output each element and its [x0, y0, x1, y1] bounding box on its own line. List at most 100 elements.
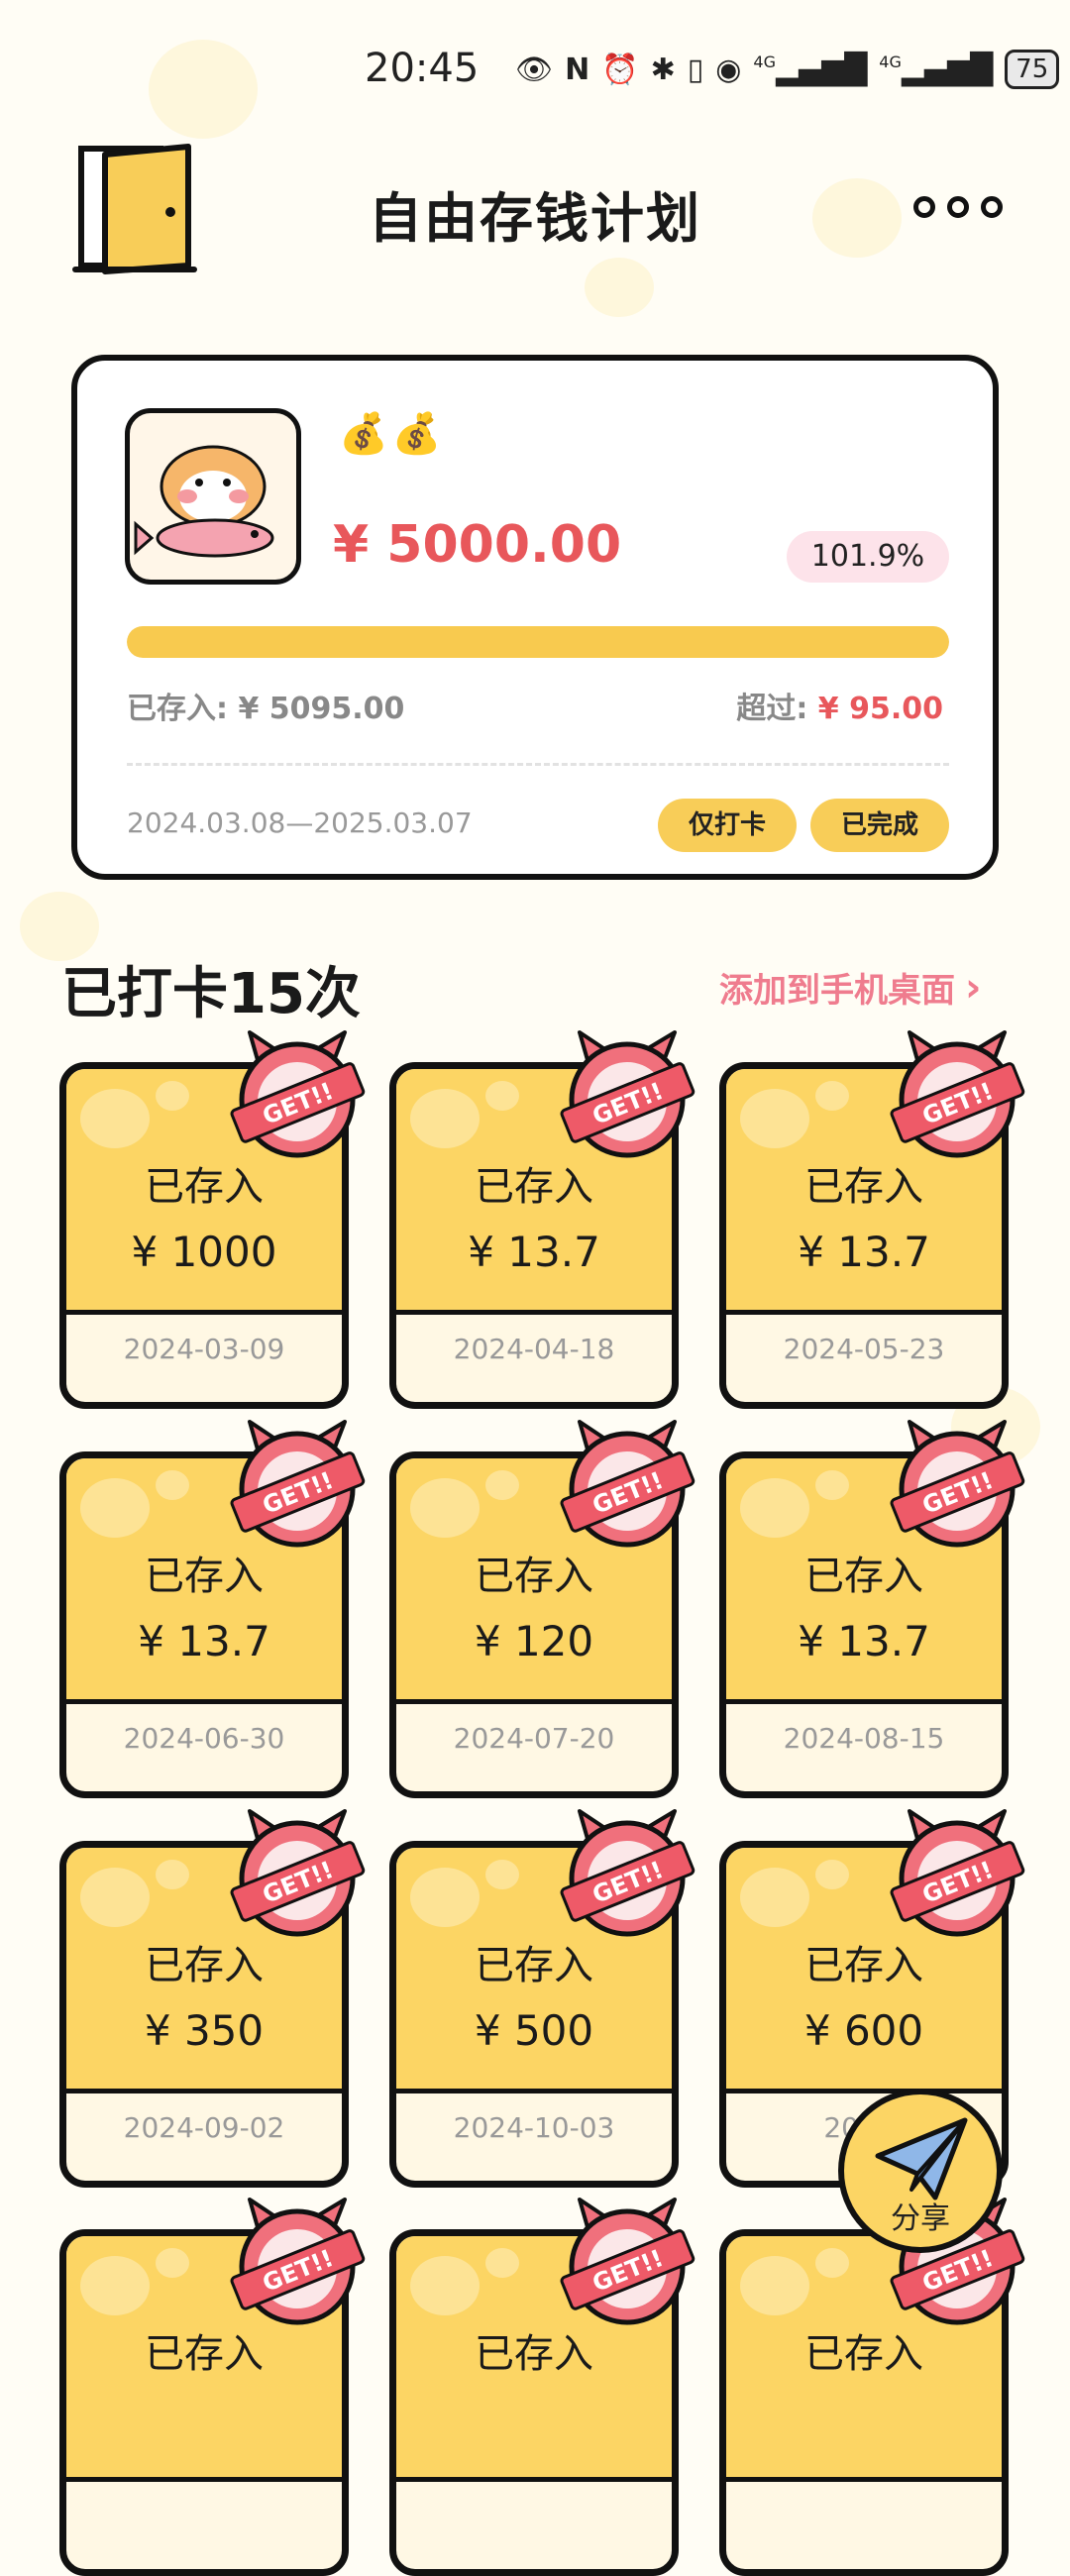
saved-amount-line: 已存入: ¥ 5095.00: [127, 684, 404, 727]
tile-amount: ¥ 120: [474, 1617, 594, 1665]
get-stamp-icon: GET!!: [890, 1030, 1025, 1158]
paw-decoration: [156, 1470, 189, 1500]
tile-label: 已存入: [145, 1943, 264, 1988]
goal-amount: ¥ 5000.00: [333, 515, 622, 575]
chevron-right-icon: ›: [965, 964, 982, 1011]
tile-amount: ¥ 500: [474, 2006, 594, 2055]
more-icon: [913, 196, 935, 218]
paw-decoration: [410, 1478, 480, 1538]
status-time: 20:45: [365, 46, 480, 91]
more-button[interactable]: [913, 182, 1003, 232]
checkin-tile[interactable]: 已存入 ¥ 13.7 2024-06-30 GET!!: [59, 1420, 366, 1798]
status-bar: 20:45 👁 N ⏰ ✱ ▯ ◉ 4G▂▄▆█ 4G▂▄▆█ 75 ❦: [0, 30, 1070, 113]
checkin-tile[interactable]: 已存入 GET!!: [719, 2198, 1025, 2576]
tile-label: 已存入: [145, 1554, 264, 1599]
checkin-tile[interactable]: 已存入 ¥ 1000 2024-03-09 GET!!: [59, 1030, 366, 1409]
status-icons: 👁 N ⏰ ✱ ▯ ◉ 4G▂▄▆█ 4G▂▄▆█ 75 ❦: [515, 50, 1070, 89]
paw-decoration: [156, 1860, 189, 1889]
tile-amount: ¥ 13.7: [468, 1228, 600, 1276]
checkin-tile[interactable]: 已存入 ¥ 13.7 2024-04-18 GET!!: [389, 1030, 696, 1409]
checkin-tile[interactable]: 已存入 ¥ 120 2024-07-20 GET!!: [389, 1420, 696, 1798]
tile-date: 2024-04-18: [453, 1333, 615, 1365]
paw-decoration: [80, 1478, 150, 1538]
alarm-icon: ⏰: [601, 52, 639, 87]
tile-label: 已存入: [145, 2331, 264, 2377]
plan-card[interactable]: 💰💰 ¥ 5000.00 101.9% 已存入: ¥ 5095.00 超过: ¥…: [71, 355, 999, 880]
progress-fill: [127, 626, 949, 658]
add-to-desktop-label: 添加到手机桌面: [719, 971, 955, 1011]
checkin-only-button[interactable]: 仅打卡: [658, 799, 797, 852]
tile-amount: ¥ 13.7: [798, 1617, 930, 1665]
paw-decoration: [740, 1868, 809, 1927]
checkin-tile[interactable]: 已存入 ¥ 500 2024-10-03 GET!!: [389, 1809, 696, 2188]
signal-4g-icon: 4G▂▄▆█: [879, 52, 994, 87]
tile-date: 2024-06-30: [123, 1722, 285, 1755]
tile-amount: ¥ 13.7: [138, 1617, 270, 1665]
more-icon-dot: [981, 196, 1003, 218]
paw-decoration: [815, 1860, 849, 1889]
paw-decoration: [485, 1860, 519, 1889]
tile-date: 2024-05-23: [783, 1333, 945, 1365]
get-stamp-icon: GET!!: [560, 1809, 696, 1937]
paw-decoration: [740, 1478, 809, 1538]
progress-bar: [127, 626, 949, 658]
paw-decoration: [485, 1470, 519, 1500]
tile-label: 已存入: [804, 1943, 923, 1988]
paw-decoration: [740, 2256, 809, 2315]
paw-decoration: [80, 1868, 150, 1927]
bluetooth-icon: ✱: [650, 52, 676, 87]
tile-amount: ¥ 13.7: [798, 1228, 930, 1276]
checkin-tile[interactable]: 已存入 ¥ 13.7 2024-05-23 GET!!: [719, 1030, 1025, 1409]
battery-indicator: 75: [1005, 50, 1060, 89]
signal-4g-icon: 4G▂▄▆█: [753, 52, 868, 87]
checkin-tile[interactable]: 已存入 GET!!: [59, 2198, 366, 2576]
get-stamp-icon: GET!!: [890, 1809, 1025, 1937]
get-stamp-icon: GET!!: [230, 1809, 366, 1937]
paw-decoration: [156, 2248, 189, 2278]
get-stamp-icon: GET!!: [560, 2198, 696, 2325]
divider: [127, 763, 949, 766]
vibrate-icon: ▯: [687, 52, 704, 87]
checkin-tile[interactable]: 已存入 GET!!: [389, 2198, 696, 2576]
tile-label: 已存入: [475, 2331, 593, 2377]
checkin-tile[interactable]: 已存入 ¥ 13.7 2024-08-15 GET!!: [719, 1420, 1025, 1798]
get-stamp-icon: GET!!: [890, 1420, 1025, 1548]
share-button[interactable]: 分享: [838, 2089, 1003, 2253]
tile-amount: ¥ 600: [803, 2006, 924, 2055]
tile-label: 已存入: [804, 2331, 923, 2377]
header: 自由存钱计划: [0, 131, 1070, 289]
tile-label: 已存入: [475, 1943, 593, 1988]
hamster-icon: [134, 445, 274, 558]
hamster-avatar: [125, 408, 301, 585]
nfc-icon: N: [565, 52, 590, 87]
saved-label: 已存入:: [127, 692, 228, 726]
paw-decoration: [80, 1089, 150, 1148]
saved-amount: ¥ 5095.00: [238, 692, 405, 726]
tile-amount: ¥ 350: [144, 2006, 265, 2055]
hotspot-icon: ◉: [715, 52, 742, 87]
percent-badge: 101.9%: [787, 531, 949, 583]
paw-decoration: [740, 1089, 809, 1148]
get-stamp-icon: GET!!: [230, 2198, 366, 2325]
get-stamp-icon: GET!!: [560, 1420, 696, 1548]
paw-decoration: [815, 2248, 849, 2278]
tile-date: 2024-10-03: [453, 2111, 615, 2144]
exceed-amount-line: 超过: ¥ 95.00: [736, 684, 943, 727]
exceed-amount: ¥ 95.00: [817, 692, 943, 726]
add-to-desktop-link[interactable]: 添加到手机桌面 ›: [719, 963, 981, 1012]
get-stamp-icon: GET!!: [230, 1420, 366, 1548]
tile-label: 已存入: [475, 1554, 593, 1599]
share-label: 分享: [891, 2201, 950, 2236]
eye-icon: 👁: [515, 52, 554, 87]
paw-decoration: [410, 1868, 480, 1927]
paw-decoration: [410, 2256, 480, 2315]
tile-date: 2024-09-02: [123, 2111, 285, 2144]
tile-label: 已存入: [804, 1164, 923, 1210]
exceed-label: 超过:: [736, 692, 808, 726]
completed-button[interactable]: 已完成: [810, 799, 949, 852]
paw-decoration: [815, 1470, 849, 1500]
paw-decoration: [485, 1081, 519, 1111]
checkin-tile[interactable]: 已存入 ¥ 350 2024-09-02 GET!!: [59, 1809, 366, 2188]
money-bag-icons: 💰💰: [339, 411, 446, 457]
tile-date: 2024-03-09: [123, 1333, 285, 1365]
